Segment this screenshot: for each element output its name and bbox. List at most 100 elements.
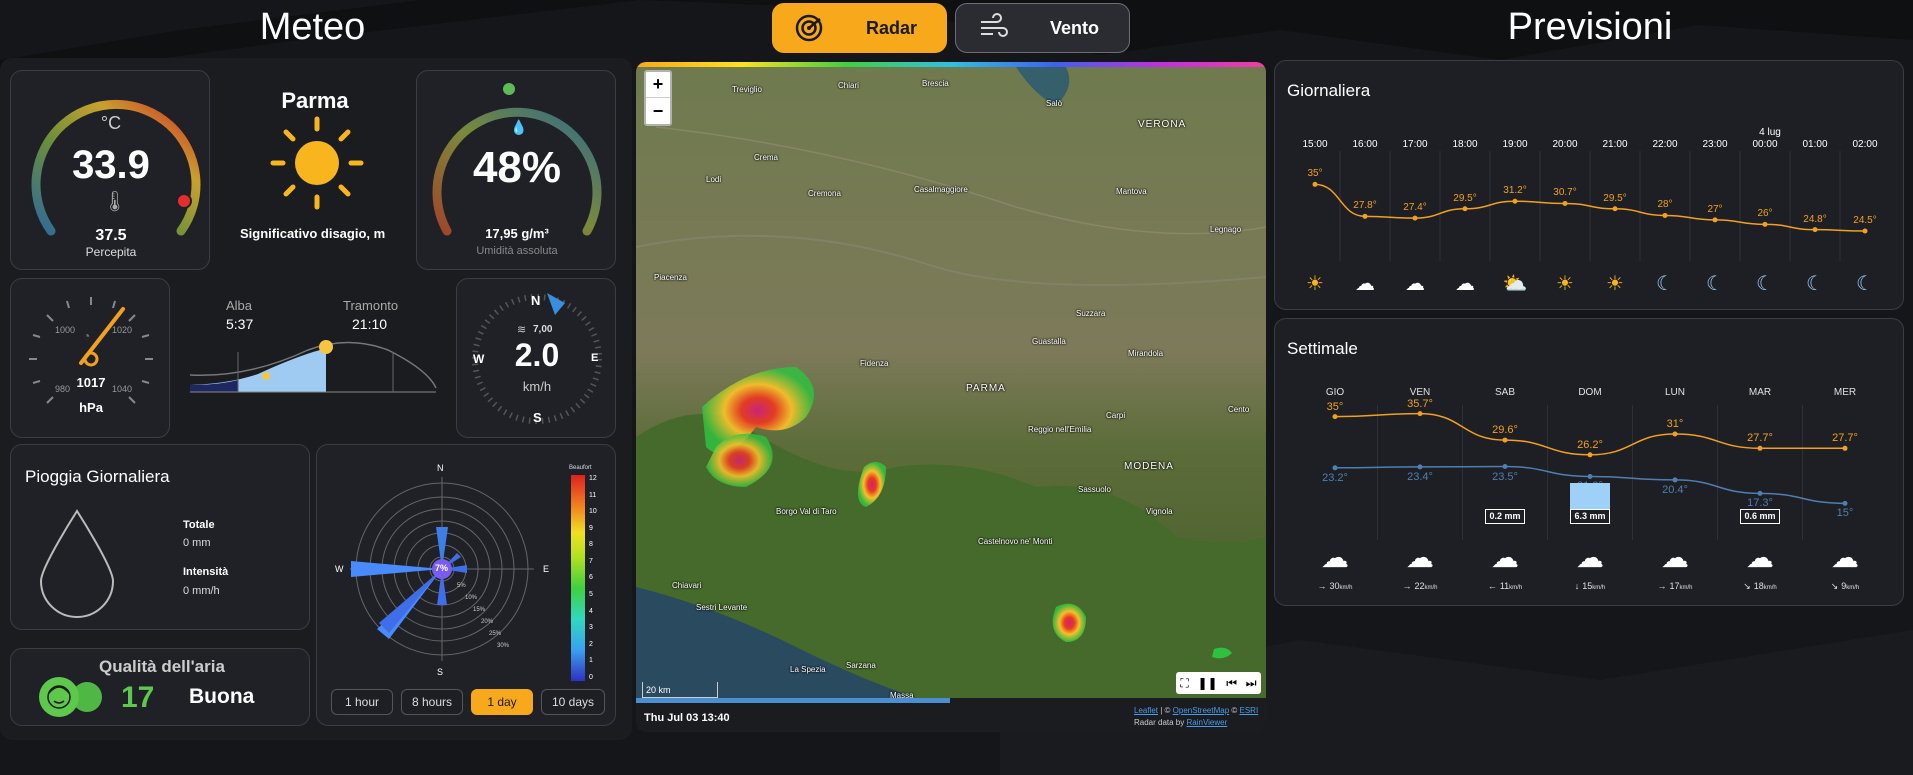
osm-link[interactable]: OpenStreetMap [1173, 706, 1229, 715]
scale-bar: 20 km [642, 682, 718, 698]
rain-intensity-label: Intensità [183, 566, 229, 578]
zoom-control: + − [644, 70, 672, 126]
compass-s: S [533, 410, 542, 425]
forecast-temp-label: 29.5° [1453, 192, 1477, 204]
zoom-out-button[interactable]: − [646, 98, 670, 124]
wind-arrow-icon: → [1402, 581, 1412, 591]
wind-value: 17 [1669, 581, 1680, 591]
map-place-label: Borgo Val di Taro [776, 507, 837, 516]
map-place-label: Mantova [1116, 187, 1147, 196]
tab-radar-label: Radar [866, 17, 918, 38]
wind-value: 11 [1499, 581, 1510, 591]
tab-radar[interactable]: Radar [772, 3, 947, 53]
map-place-label: Carpi [1106, 411, 1126, 420]
cloud-icon: ☁ [1576, 542, 1604, 573]
pause-icon[interactable]: ❚❚ [1197, 676, 1217, 690]
rain-title: Pioggia Giornaliera [25, 467, 170, 486]
min-temp-line-point [1417, 464, 1423, 470]
forecast-temp-label: 24.5° [1853, 215, 1877, 226]
timeline-progress[interactable] [636, 698, 950, 703]
forecast-day: SAB [1494, 387, 1515, 398]
cloud-icon: ☁ [1405, 273, 1425, 295]
dawn-label: Alba [226, 298, 253, 313]
esri-link[interactable]: ESRI [1240, 706, 1259, 715]
daily-forecast-title: Giornaliera [1287, 81, 1371, 100]
windrose-n: N [437, 463, 444, 473]
forecast-wind: ↘ 9km/h [1810, 581, 1880, 592]
tab-vento[interactable]: Vento [955, 3, 1130, 53]
temperature-value: 33.9 [72, 143, 150, 187]
humidity-value: 48% [472, 143, 562, 192]
map-place-label: Chiari [838, 81, 859, 90]
beaufort-label: 9 [589, 524, 593, 532]
fullscreen-icon[interactable]: ⛶ [1180, 676, 1188, 691]
pressure-gauge [29, 297, 153, 404]
ring-label: 5% [457, 583, 466, 589]
temperature-card: °C 33.9 🌡 37.5 Percepita [10, 70, 210, 270]
radar-map[interactable]: Treviglio Chiari Brescia Salò VERONA Lodi Crem… [636, 62, 1266, 732]
map-place-label: Salò [1046, 99, 1063, 108]
wind-unit: km/h [1509, 585, 1523, 591]
max-temp-line-point [1502, 437, 1508, 443]
moon-icon: ☾ [1806, 273, 1824, 295]
forecast-temp-label: 30.7° [1553, 187, 1577, 199]
rain-intensity-value: 0 mm/h [183, 585, 220, 597]
moon-icon: ☾ [1756, 273, 1774, 295]
max-temp-line-point [1672, 431, 1678, 437]
range-1-hour-button[interactable]: 1 hour [331, 689, 393, 715]
sun-icon: ☀ [1556, 273, 1574, 295]
pressure-tick: 1000 [55, 325, 76, 335]
step-forward-icon[interactable]: ⏭ [1246, 676, 1257, 691]
forecast-max-temp: 26.2° [1577, 438, 1603, 451]
range-10-days-button[interactable]: 10 days [541, 689, 605, 715]
forecast-max-temp: 35.7° [1407, 397, 1433, 410]
meteo-header: Meteo [259, 6, 366, 48]
ring-label: 10% [465, 595, 478, 601]
temp-point [1862, 228, 1868, 234]
forecast-day: MAR [1748, 387, 1772, 398]
forecast-min-temp: 23.4° [1407, 470, 1433, 483]
windrose-w: W [335, 564, 344, 574]
step-back-icon[interactable]: ⏮ [1226, 676, 1237, 691]
map-place-label: Fidenza [860, 359, 889, 368]
sun-icon [270, 116, 364, 210]
rainviewer-link[interactable]: RainViewer [1187, 718, 1228, 727]
forecast-wind: → 17km/h [1640, 581, 1710, 591]
condition-text: Significativo disagio, m [240, 226, 386, 241]
min-temp-line-point [1842, 500, 1848, 506]
wind-icon [981, 13, 1008, 37]
leaflet-link[interactable]: Leaflet [1134, 706, 1158, 715]
range-1-day-button[interactable]: 1 day [471, 689, 533, 715]
zoom-in-button[interactable]: + [646, 72, 670, 98]
forecast-max-temp: 27.7° [1832, 432, 1858, 445]
drop-icon: 💧 [510, 119, 528, 135]
range-8-hours-button[interactable]: 8 hours [401, 689, 463, 715]
windrose-chart [350, 475, 585, 681]
max-temp-line-point [1842, 445, 1848, 451]
temp-point [1662, 212, 1668, 218]
map-place-label: Legnago [1210, 225, 1242, 234]
weekly-forecast-card: Settimale GIO 35° 23.2° ☁ → 30km/h VEN 35.7° 23.… [1274, 318, 1904, 606]
radar-timestamp: Thu Jul 03 13:40 [644, 712, 730, 724]
air-quality-title: Qualità dell'aria [99, 657, 225, 676]
temp-point [1312, 181, 1318, 187]
wind-arrow-icon: ↓ [1574, 581, 1580, 591]
wind-value: 18 [1753, 581, 1764, 591]
windrose-e: E [543, 564, 550, 574]
air-quality-status: Buona [189, 685, 255, 708]
pressure-tick: 1020 [112, 325, 133, 335]
min-temp-line-point [1757, 490, 1763, 496]
map-place-label: La Spezia [790, 665, 826, 674]
map-place-label: VERONA [1138, 119, 1187, 130]
map-place-label: Lodi [706, 175, 722, 184]
forecast-hour: 17:00 [1402, 139, 1428, 150]
beaufort-label: 5 [589, 591, 593, 599]
map-place-label: Crema [754, 153, 779, 162]
forecast-min-temp: 23.5° [1492, 470, 1518, 483]
beaufort-label: 10 [589, 508, 597, 516]
cloud-icon: ☁ [1406, 542, 1434, 573]
forecast-wind: ← 11km/h [1470, 581, 1540, 591]
beaufort-label: 8 [589, 541, 593, 549]
temp-point [1362, 213, 1368, 219]
beaufort-label: 11 [589, 491, 597, 499]
